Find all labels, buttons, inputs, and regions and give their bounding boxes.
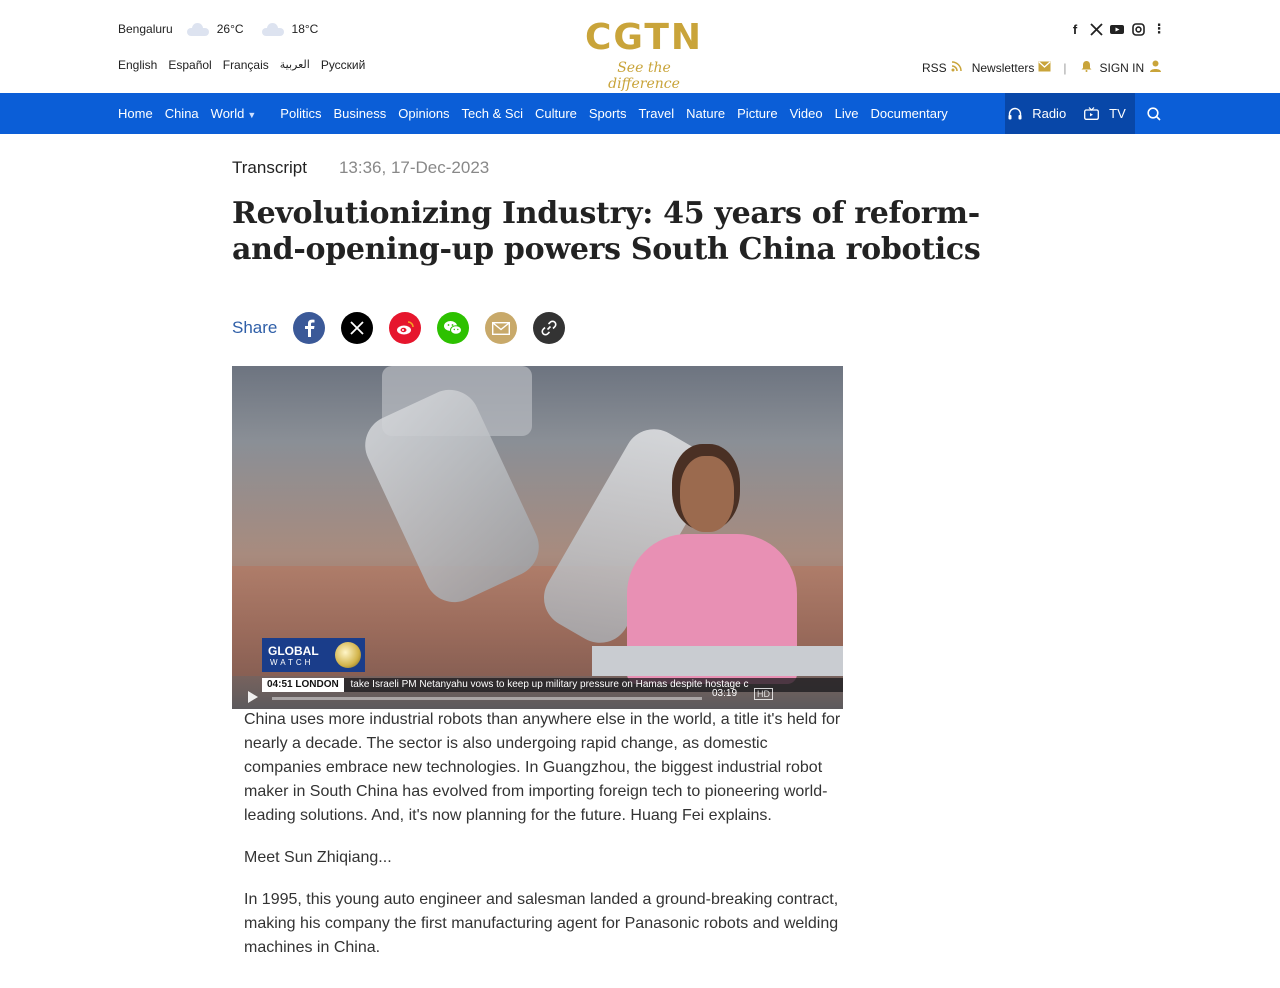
youtube-icon[interactable] (1110, 22, 1124, 36)
facebook-share-button[interactable] (293, 312, 326, 344)
nav-item-sports[interactable]: Sports (589, 106, 627, 121)
share-label: Share (232, 318, 278, 337)
share-bar: Share (232, 312, 581, 344)
weibo-icon (397, 321, 415, 335)
nav-item-live[interactable]: Live (835, 106, 859, 121)
language-french[interactable]: Français (223, 58, 269, 72)
facebook-icon[interactable]: f (1068, 22, 1082, 37)
top-header: Bengaluru 26°C 18°C English Español Fran… (0, 0, 1280, 93)
nav-item-nature[interactable]: Nature (686, 106, 725, 121)
nav-item-picture[interactable]: Picture (737, 106, 777, 121)
nav-item-world-label: World (210, 106, 245, 121)
article-paragraph: China uses more industrial robots than a… (244, 711, 841, 824)
copy-link-button[interactable] (533, 312, 566, 344)
radio-label: Radio (1032, 106, 1067, 121)
nav-item-travel[interactable]: Travel (638, 106, 674, 121)
facebook-icon (305, 319, 315, 337)
article-paragraph: In 1995, this young auto engineer and sa… (244, 891, 839, 956)
program-badge: GLOBAL WATCH (262, 638, 365, 672)
mail-icon (492, 321, 511, 335)
weibo-share-button[interactable] (389, 312, 422, 344)
x-icon[interactable] (1089, 22, 1103, 36)
article-category[interactable]: Transcript (232, 158, 307, 178)
x-share-button[interactable] (341, 312, 374, 344)
language-arabic[interactable]: العربية (280, 58, 310, 72)
nav-item-documentary[interactable]: Documentary (870, 106, 947, 121)
mail-icon (1038, 61, 1051, 75)
headphones-icon (1008, 107, 1022, 120)
signin-link[interactable]: SIGN IN (1100, 61, 1145, 75)
article-date: 13:36, 17-Dec-2023 (338, 158, 490, 177)
wechat-share-button[interactable] (437, 312, 470, 344)
language-spanish[interactable]: Español (168, 58, 211, 72)
video-player[interactable]: GLOBAL WATCH 04:51 LONDON take Israeli P… (232, 366, 843, 709)
more-icon[interactable]: ⋮ (1152, 21, 1166, 36)
nav-item-culture[interactable]: Culture (535, 106, 577, 121)
video-frame-anchor-face (680, 456, 734, 532)
email-share-button[interactable] (485, 312, 518, 344)
media-links: Radio TV (1005, 93, 1135, 134)
video-duration: 03:19 (712, 688, 738, 699)
link-icon (541, 320, 557, 336)
cloud-icon (186, 23, 209, 36)
article-paragraph: Meet Sun Zhiqiang... (244, 849, 392, 866)
globe-icon (335, 642, 361, 668)
newsletters-link[interactable]: Newsletters (972, 61, 1035, 75)
nav-item-tech-sci[interactable]: Tech & Sci (462, 106, 523, 121)
rss-icon (951, 60, 962, 75)
weather-high: 26°C (216, 22, 244, 36)
weather-widget: Bengaluru 26°C 18°C (118, 22, 336, 36)
chevron-down-icon: ▼ (247, 110, 257, 120)
weather-city: Bengaluru (118, 22, 173, 36)
weather-low: 18°C (291, 22, 319, 36)
instagram-icon[interactable] (1131, 22, 1145, 36)
tv-label: TV (1109, 106, 1126, 121)
hd-button[interactable]: HD (754, 688, 773, 700)
nav-item-business[interactable]: Business (333, 106, 386, 121)
tv-link[interactable]: TV (1084, 106, 1132, 121)
cloud-icon (261, 23, 284, 36)
article-title: Revolutionizing Industry: 45 years of re… (232, 196, 981, 267)
nav-item-politics[interactable]: Politics (280, 106, 321, 121)
nav-item-world[interactable]: World ▼ (211, 106, 269, 121)
search-icon[interactable] (1146, 106, 1162, 122)
article-meta: Transcript 13:36, 17-Dec-2023 (232, 158, 489, 178)
language-russian[interactable]: Русский (321, 58, 366, 72)
progress-bar[interactable] (272, 697, 702, 700)
main-nav: Home China World ▼ Politics Business Opin… (0, 93, 1280, 134)
rss-link[interactable]: RSS (922, 61, 947, 75)
nav-item-home[interactable]: Home (118, 106, 153, 121)
bell-icon[interactable] (1081, 60, 1092, 75)
nav-item-china[interactable]: China (165, 106, 199, 121)
user-icon[interactable] (1150, 60, 1162, 75)
video-controls: 03:19 HD (232, 685, 843, 709)
divider: | (1063, 60, 1067, 75)
badge-title: GLOBAL (268, 644, 319, 658)
badge-subtitle: WATCH (270, 658, 314, 667)
social-links: f ⋮ (1068, 21, 1173, 37)
nav-item-video[interactable]: Video (790, 106, 823, 121)
language-switcher: English Español Français العربية Русский (118, 58, 376, 72)
nav-items: Home China World ▼ Politics Business Opin… (118, 93, 960, 134)
x-icon (350, 321, 365, 335)
language-english[interactable]: English (118, 58, 157, 72)
article-body: China uses more industrial robots than a… (244, 708, 844, 978)
radio-link[interactable]: Radio (1008, 106, 1072, 121)
play-icon[interactable] (248, 691, 258, 703)
tv-icon (1084, 107, 1100, 120)
logo-mark: CGTN (584, 17, 704, 58)
cgtn-logo[interactable]: CGTN See the difference (584, 17, 704, 93)
nav-item-opinions[interactable]: Opinions (398, 106, 449, 121)
video-frame-desk (592, 646, 843, 676)
logo-tagline: See the difference (608, 60, 680, 92)
wechat-icon (444, 321, 463, 335)
account-links: RSS Newsletters | SIGN IN (922, 60, 1171, 75)
